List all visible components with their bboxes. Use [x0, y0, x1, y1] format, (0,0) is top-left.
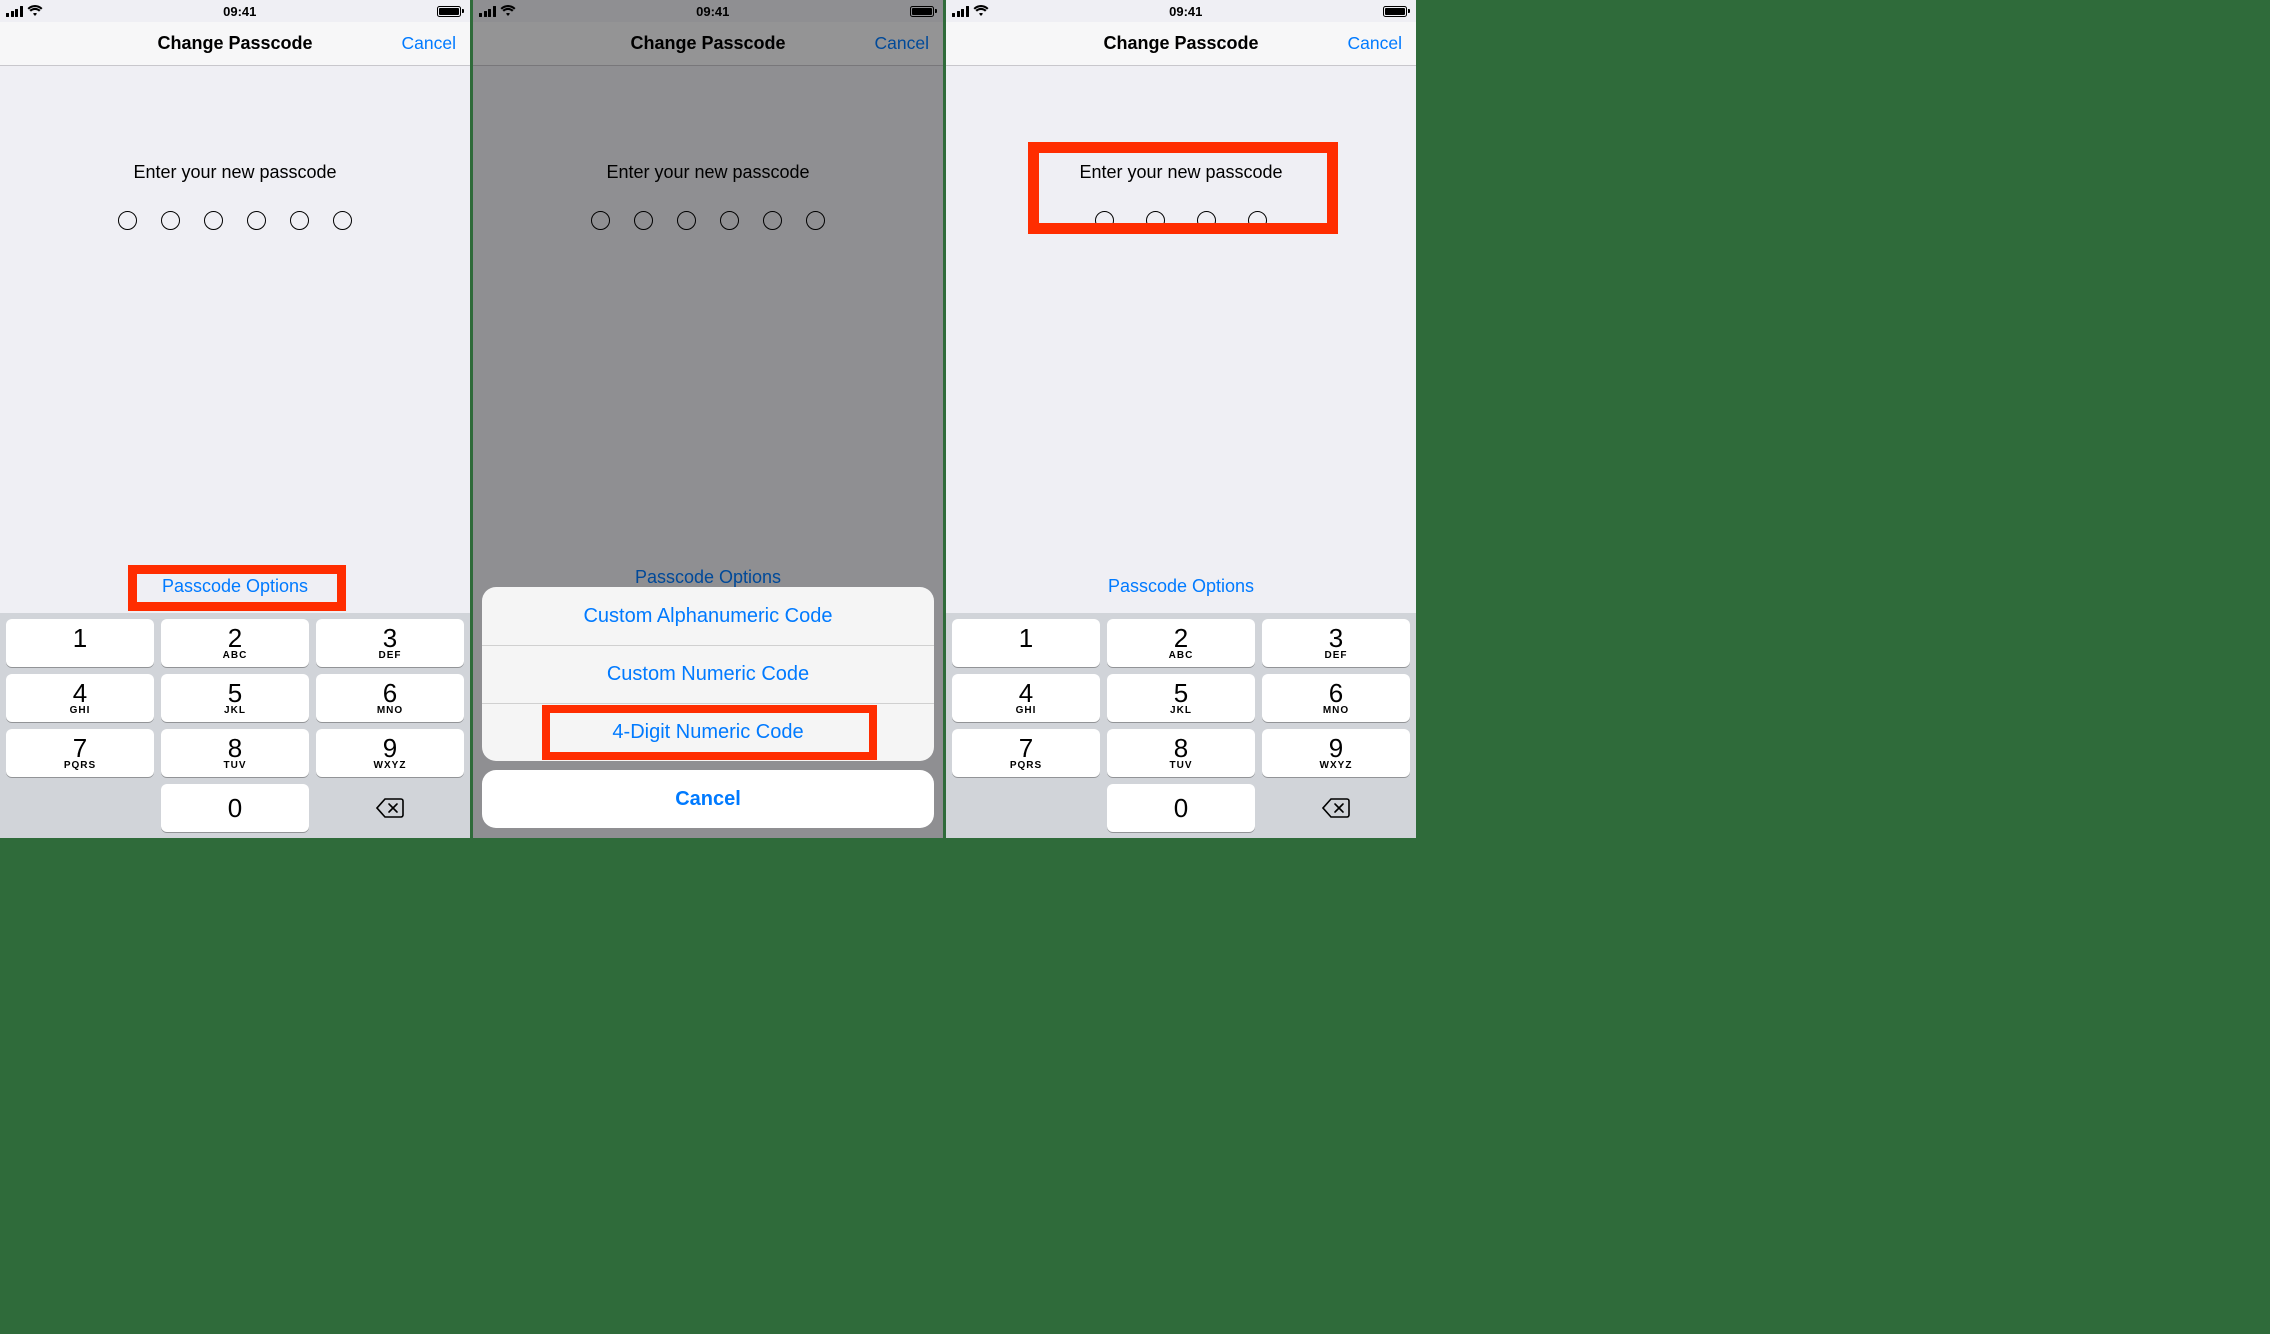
battery-icon	[1383, 6, 1410, 17]
passcode-dot	[1248, 211, 1267, 230]
status-bar: 09:41	[946, 0, 1416, 22]
backspace-key[interactable]	[316, 784, 464, 832]
passcode-dot	[247, 211, 266, 230]
nav-bar: Change Passcode Cancel	[946, 22, 1416, 66]
status-time: 09:41	[223, 4, 256, 19]
keypad-blank	[6, 784, 154, 832]
status-bar: 09:41	[0, 0, 470, 22]
option-custom-alphanumeric[interactable]: Custom Alphanumeric Code	[482, 587, 934, 645]
keypad-key-3[interactable]: 3DEF	[316, 619, 464, 667]
keypad-key-8[interactable]: 8TUV	[1107, 729, 1255, 777]
passcode-dot	[333, 211, 352, 230]
cellular-icon	[952, 6, 969, 17]
content-area: Enter your new passcode Passcode Options	[946, 66, 1416, 613]
numeric-keypad: 1 2ABC 3DEF 4GHI 5JKL 6MNO 7PQRS 8TUV 9W…	[946, 613, 1416, 838]
passcode-options-button[interactable]: Passcode Options	[1108, 576, 1254, 597]
status-left	[6, 5, 43, 17]
keypad-key-7[interactable]: 7PQRS	[6, 729, 154, 777]
action-sheet-cancel[interactable]: Cancel	[482, 770, 934, 828]
cellular-icon	[6, 6, 23, 17]
keypad-key-4[interactable]: 4GHI	[6, 674, 154, 722]
keypad-key-6[interactable]: 6MNO	[316, 674, 464, 722]
cancel-button[interactable]: Cancel	[1348, 33, 1402, 54]
passcode-prompt: Enter your new passcode	[1079, 162, 1282, 183]
phone-screen-3: 09:41 Change Passcode Cancel Enter your …	[946, 0, 1419, 838]
keypad-key-1[interactable]: 1	[6, 619, 154, 667]
keypad-blank	[952, 784, 1100, 832]
keypad-key-5[interactable]: 5JKL	[1107, 674, 1255, 722]
passcode-options-button[interactable]: Passcode Options	[162, 576, 308, 597]
keypad-key-9[interactable]: 9WXYZ	[1262, 729, 1410, 777]
passcode-dot	[204, 211, 223, 230]
keypad-key-1[interactable]: 1	[952, 619, 1100, 667]
passcode-dot	[1095, 211, 1114, 230]
phone-screen-2: 09:41 Change Passcode Cancel Enter your …	[473, 0, 946, 838]
option-label: 4-Digit Numeric Code	[612, 721, 803, 744]
passcode-dots	[118, 211, 352, 230]
status-time: 09:41	[1169, 4, 1202, 19]
keypad-key-2[interactable]: 2ABC	[1107, 619, 1255, 667]
keypad-key-8[interactable]: 8TUV	[161, 729, 309, 777]
keypad-key-3[interactable]: 3DEF	[1262, 619, 1410, 667]
passcode-dot	[118, 211, 137, 230]
keypad-key-6[interactable]: 6MNO	[1262, 674, 1410, 722]
nav-bar: Change Passcode Cancel	[0, 22, 470, 66]
action-sheet-options: Custom Alphanumeric Code Custom Numeric …	[482, 587, 934, 761]
passcode-prompt: Enter your new passcode	[133, 162, 336, 183]
keypad-key-0[interactable]: 0	[1107, 784, 1255, 832]
numeric-keypad: 1 2ABC 3DEF 4GHI 5JKL 6MNO 7PQRS 8TUV 9W…	[0, 613, 470, 838]
cancel-button[interactable]: Cancel	[402, 33, 456, 54]
nav-title: Change Passcode	[157, 33, 312, 54]
nav-title: Change Passcode	[1103, 33, 1258, 54]
keypad-key-7[interactable]: 7PQRS	[952, 729, 1100, 777]
backspace-key[interactable]	[1262, 784, 1410, 832]
keypad-key-0[interactable]: 0	[161, 784, 309, 832]
keypad-key-2[interactable]: 2ABC	[161, 619, 309, 667]
passcode-dot	[1197, 211, 1216, 230]
passcode-dot	[290, 211, 309, 230]
wifi-icon	[973, 5, 989, 17]
passcode-dot	[161, 211, 180, 230]
status-left	[952, 5, 989, 17]
wifi-icon	[27, 5, 43, 17]
battery-icon	[437, 6, 464, 17]
keypad-key-5[interactable]: 5JKL	[161, 674, 309, 722]
content-area: Enter your new passcode Passcode Options	[0, 66, 470, 613]
keypad-key-9[interactable]: 9WXYZ	[316, 729, 464, 777]
option-4-digit-numeric[interactable]: 4-Digit Numeric Code	[482, 703, 934, 761]
passcode-dot	[1146, 211, 1165, 230]
phone-screen-1: 09:41 Change Passcode Cancel Enter your …	[0, 0, 473, 838]
passcode-dots	[1095, 211, 1267, 230]
keypad-key-4[interactable]: 4GHI	[952, 674, 1100, 722]
option-custom-numeric[interactable]: Custom Numeric Code	[482, 645, 934, 703]
passcode-options-action-sheet: Custom Alphanumeric Code Custom Numeric …	[482, 587, 934, 828]
